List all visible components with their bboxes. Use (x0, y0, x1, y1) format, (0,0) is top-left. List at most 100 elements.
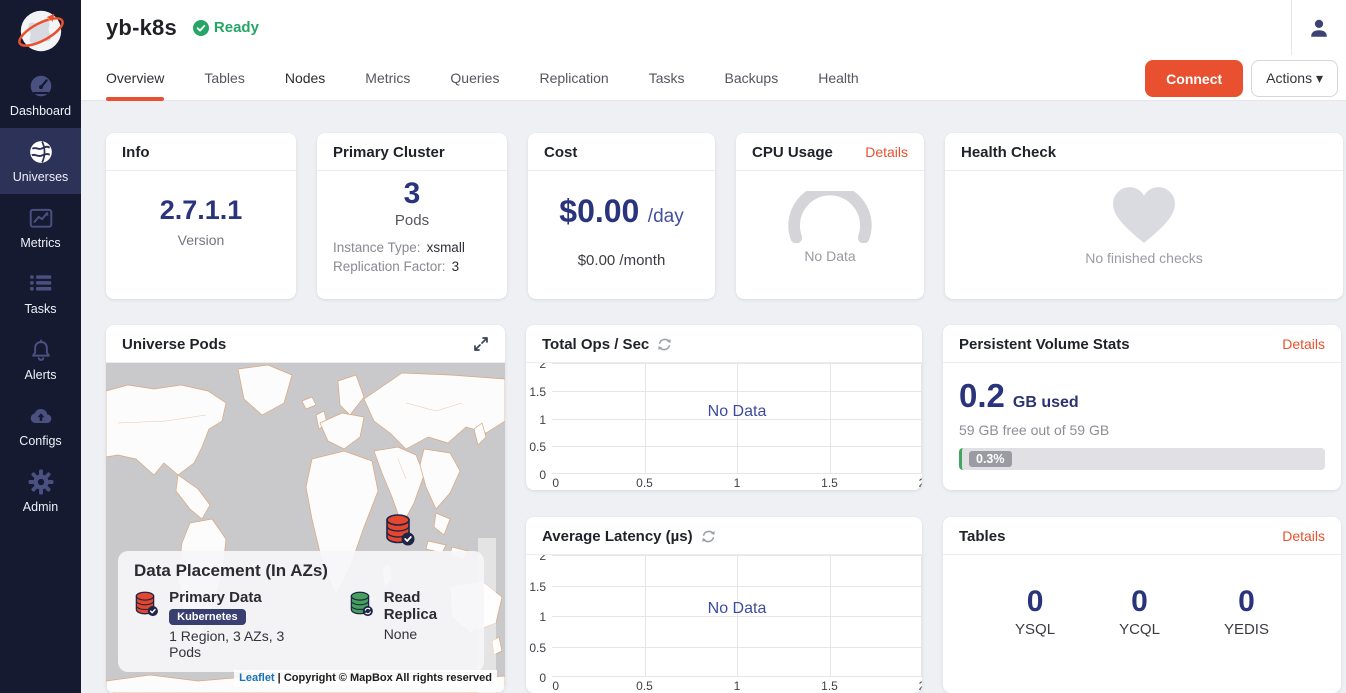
y-tick: 1 (539, 413, 546, 427)
world-map[interactable]: Data Placement (In AZs) (106, 363, 505, 693)
y-tick: 0 (539, 468, 546, 482)
expand-icon (473, 336, 489, 352)
refresh-button[interactable] (701, 529, 716, 544)
pv-used-value: 0.2 (959, 377, 1005, 415)
card-title: Universe Pods (122, 336, 226, 353)
tab-backups[interactable]: Backups (725, 55, 779, 101)
card-title: Health Check (961, 144, 1056, 161)
replica-database-icon (349, 589, 374, 619)
tab-replication[interactable]: Replication (539, 55, 608, 101)
sidebar-item-metrics[interactable]: Metrics (0, 194, 81, 260)
card-title: Tables (959, 528, 1005, 545)
cost-per-day-unit: /day (648, 206, 684, 227)
primary-data-map-marker[interactable] (384, 513, 416, 552)
refresh-button[interactable] (657, 337, 672, 352)
card-title: Primary Cluster (333, 144, 445, 161)
chart-no-data-text: No Data (708, 600, 767, 618)
tables-card: Tables Details 0 YSQL 0 YCQL 0 (943, 517, 1341, 693)
sidebar-item-label: Admin (0, 500, 81, 514)
ysql-label: YSQL (1015, 621, 1055, 638)
legend-read-replica: Read Replica None (349, 589, 468, 660)
sidebar-item-label: Tasks (0, 302, 81, 316)
gridline (830, 363, 831, 474)
sidebar-item-configs[interactable]: Configs (0, 392, 81, 458)
x-tick: 0.5 (636, 476, 653, 490)
replication-factor-value: 3 (452, 259, 460, 274)
tab-overview[interactable]: Overview (106, 55, 164, 101)
legend-primary-data: Primary Data Kubernetes 1 Region, 3 AZs,… (134, 589, 305, 660)
yugabyte-logo-icon[interactable] (0, 0, 81, 62)
yedis-label: YEDIS (1224, 621, 1269, 638)
status-text: Ready (214, 19, 259, 36)
health-empty-text: No finished checks (945, 250, 1343, 266)
connect-button[interactable]: Connect (1145, 60, 1243, 97)
tab-bar: Overview Tables Nodes Metrics Queries Re… (81, 55, 1346, 101)
pv-usage-bar: 0.3% (959, 448, 1325, 470)
sidebar-item-label: Dashboard (0, 104, 81, 118)
x-tick: 0 (552, 476, 559, 490)
sidebar-item-alerts[interactable]: Alerts (0, 326, 81, 392)
actions-dropdown-button[interactable]: Actions ▾ (1251, 60, 1338, 97)
read-replica-detail: None (384, 626, 468, 642)
alerts-icon (28, 337, 54, 363)
sidebar-item-dashboard[interactable]: Dashboard (0, 62, 81, 128)
card-title: CPU Usage (752, 144, 833, 161)
y-tick: 2 (539, 363, 546, 371)
ysql-count: 0 (1015, 585, 1055, 619)
info-card: Info 2.7.1.1 Version (106, 133, 296, 299)
y-tick: 1.5 (529, 385, 546, 399)
version-label: Version (106, 232, 296, 248)
chart-area: 2 1.5 1 0.5 0 (526, 363, 922, 490)
pv-percent-badge: 0.3% (969, 451, 1012, 467)
expand-map-button[interactable] (473, 336, 489, 352)
heart-icon (1111, 185, 1177, 245)
sidebar: Dashboard Universes Metrics Tasks (0, 0, 81, 693)
database-icon (384, 513, 416, 547)
x-tick: 1.5 (821, 476, 838, 490)
x-tick: 1 (734, 476, 741, 490)
tab-metrics[interactable]: Metrics (365, 55, 410, 101)
gridline (921, 555, 922, 677)
tab-tables[interactable]: Tables (204, 55, 244, 101)
pods-label: Pods (317, 212, 507, 229)
primary-cluster-card: Primary Cluster 3 Pods Instance Type:xsm… (317, 133, 507, 299)
tab-tasks[interactable]: Tasks (649, 55, 685, 101)
gridline (645, 555, 646, 677)
tab-nodes[interactable]: Nodes (285, 55, 325, 101)
y-tick: 0 (539, 671, 546, 685)
universe-pods-card: Universe Pods (106, 325, 505, 693)
sidebar-item-admin[interactable]: Admin (0, 458, 81, 524)
tab-queries[interactable]: Queries (450, 55, 499, 101)
refresh-icon (657, 337, 672, 352)
x-tick: 2 (919, 679, 922, 693)
card-title: Cost (544, 144, 577, 161)
universe-header: yb-k8s Ready Overview Tables Nodes Metri… (81, 0, 1346, 101)
gridline (645, 363, 646, 474)
sidebar-item-universes[interactable]: Universes (0, 128, 81, 194)
x-tick: 0.5 (636, 679, 653, 693)
tables-details-link[interactable]: Details (1282, 528, 1325, 544)
cost-card: Cost $0.00 /day $0.00 /month (528, 133, 715, 299)
cpu-details-link[interactable]: Details (865, 144, 908, 160)
pv-details-link[interactable]: Details (1282, 336, 1325, 352)
version-value: 2.7.1.1 (106, 195, 296, 226)
x-tick: 0 (552, 679, 559, 693)
map-attribution: Leaflet | Copyright © MapBox All rights … (234, 670, 497, 686)
user-icon[interactable] (1308, 17, 1330, 39)
y-tick: 2 (539, 555, 546, 563)
primary-data-detail: 1 Region, 3 AZs, 3 Pods (169, 628, 305, 660)
ready-check-icon (193, 20, 209, 36)
y-tick: 1.5 (529, 580, 546, 594)
data-placement-legend: Data Placement (In AZs) (118, 551, 484, 672)
tab-health[interactable]: Health (818, 55, 858, 101)
y-tick: 0.5 (529, 440, 546, 454)
card-title: Total Ops / Sec (542, 336, 649, 353)
sidebar-item-tasks[interactable]: Tasks (0, 260, 81, 326)
ycql-label: YCQL (1119, 621, 1160, 638)
status-badge: Ready (193, 19, 259, 36)
configs-icon (28, 403, 54, 429)
sidebar-item-label: Configs (0, 434, 81, 448)
leaflet-link[interactable]: Leaflet (239, 672, 274, 684)
primary-database-icon (134, 589, 159, 619)
chevron-down-icon: ▾ (1316, 70, 1323, 86)
